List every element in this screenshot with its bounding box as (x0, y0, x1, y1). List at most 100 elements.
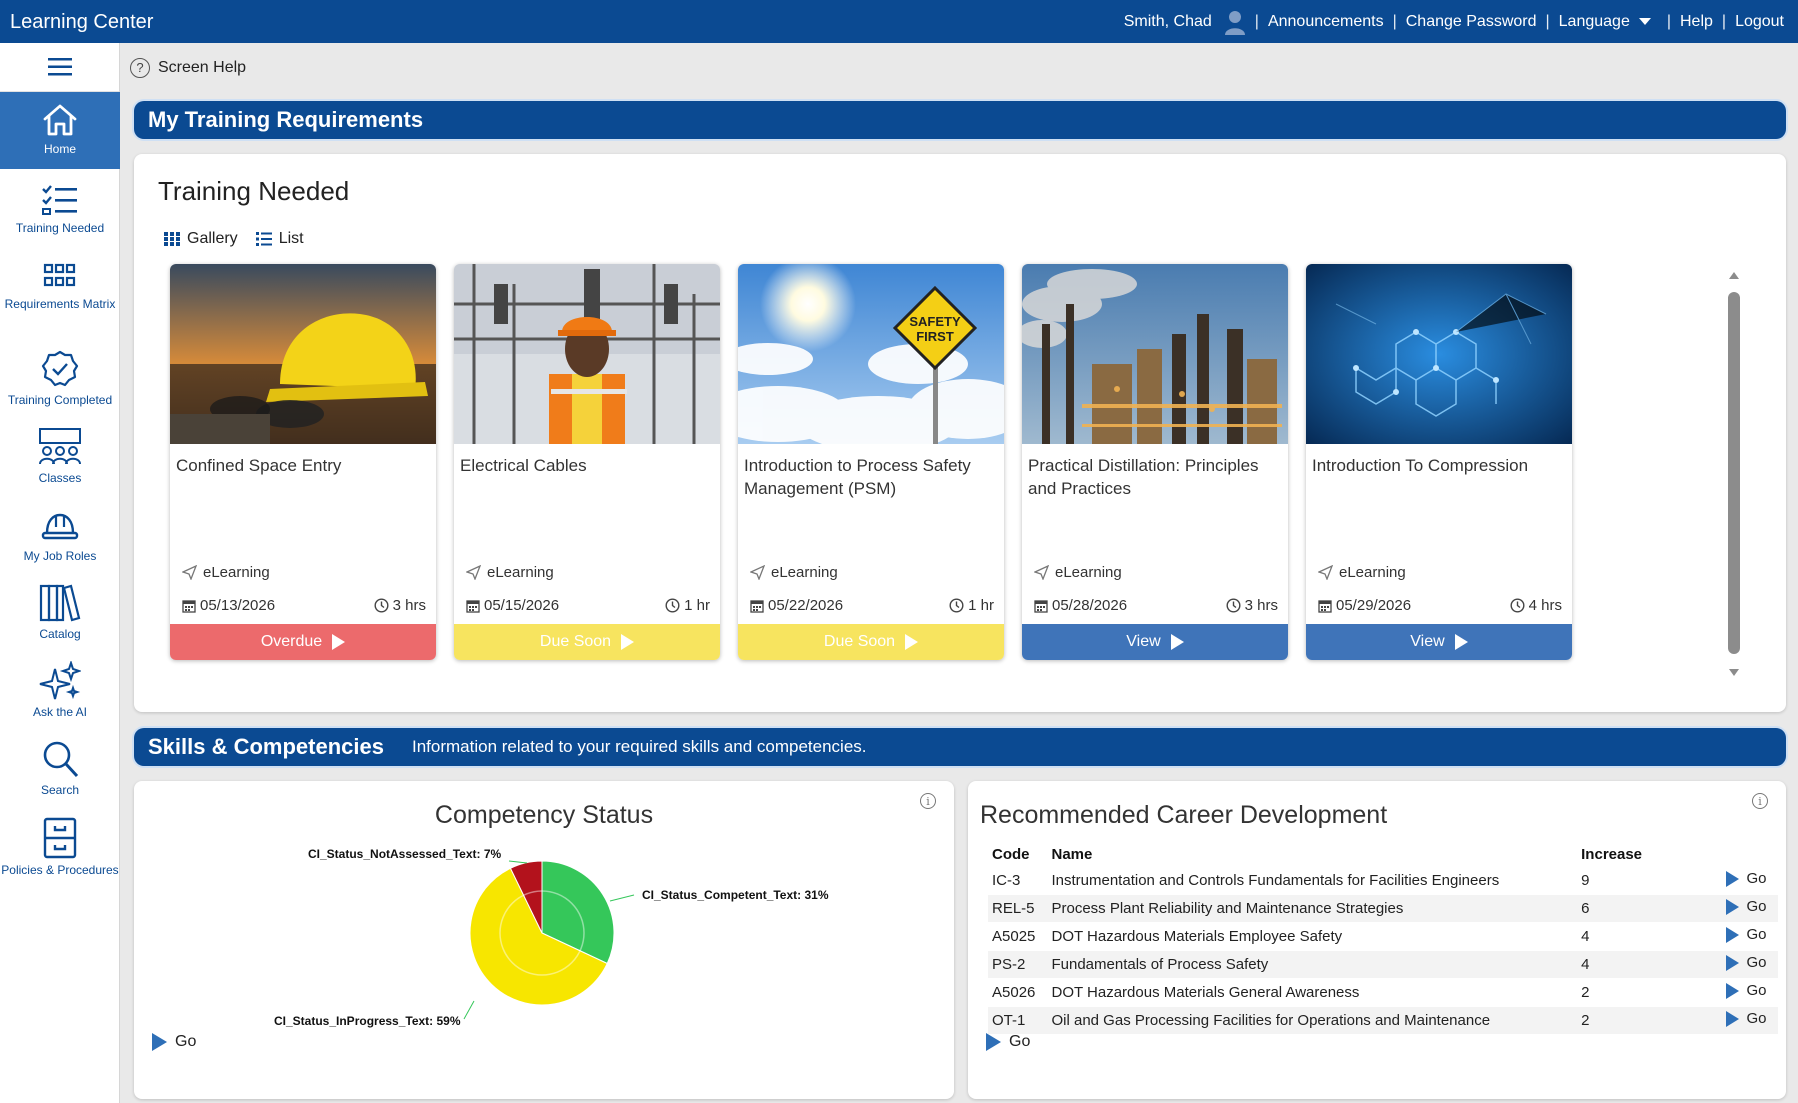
sidebar-item-training-completed[interactable]: Training Completed (0, 345, 120, 421)
scroll-up-arrow-icon[interactable] (1729, 272, 1739, 279)
course-card[interactable]: Electrical Cables eLearning 05/15/2026 1… (454, 264, 720, 660)
row-go-button[interactable]: Go (1688, 1007, 1778, 1035)
card-action-button[interactable]: View (1022, 624, 1288, 660)
top-bar: Learning Center Smith, Chad | Announceme… (0, 0, 1798, 43)
sidebar-item-requirements-matrix[interactable]: Requirements Matrix (0, 255, 120, 331)
announcements-link[interactable]: Announcements (1268, 13, 1384, 31)
row-go-button[interactable]: Go (1688, 867, 1778, 895)
row-increase: 9 (1577, 867, 1689, 895)
scroll-thumb[interactable] (1728, 292, 1740, 654)
row-go-button[interactable]: Go (1688, 979, 1778, 1007)
sidebar-item-ask-the-ai[interactable]: Ask the AI (0, 657, 120, 733)
duration: 1 hr (949, 597, 994, 614)
career-development-panel: Recommended Career Development i Code Na… (968, 781, 1786, 1099)
duration-value: 4 hrs (1528, 597, 1562, 614)
play-icon (1726, 982, 1740, 999)
user-name[interactable]: Smith, Chad (1124, 13, 1212, 31)
table-header-row: Code Name Increase (988, 841, 1778, 867)
sparkle-icon (39, 661, 81, 700)
sidebar-item-label: Requirements Matrix (4, 297, 116, 311)
help-link[interactable]: Help (1680, 13, 1713, 31)
card-action-label: Due Soon (823, 633, 896, 650)
course-title: Confined Space Entry (176, 456, 342, 475)
row-go-button[interactable]: Go (1688, 951, 1778, 979)
row-increase: 2 (1577, 979, 1689, 1007)
go-label: Go (175, 1033, 197, 1050)
card-action-button[interactable]: Overdue (170, 624, 436, 660)
due-date-value: 05/28/2026 (1052, 597, 1128, 614)
card-action-button[interactable]: Due Soon (738, 624, 1004, 660)
sidebar-item-training-needed[interactable]: Training Needed (0, 177, 120, 253)
sidebar-item-label: Home (43, 142, 76, 156)
card-action-button[interactable]: Due Soon (454, 624, 720, 660)
course-card[interactable]: Practical Distillation: Principles and P… (1022, 264, 1288, 660)
info-icon[interactable]: i (1752, 793, 1768, 809)
user-icon[interactable] (1224, 9, 1246, 35)
sidebar-item-search[interactable]: Search (0, 735, 120, 811)
competency-go-link[interactable]: Go (152, 1033, 196, 1051)
due-date: 05/13/2026 (182, 597, 275, 614)
pie-label-in-progress: CI_Status_InProgress_Text: 59% (274, 1014, 461, 1028)
gallery-view-button[interactable]: Gallery (164, 230, 238, 248)
sidebar-item-label: Policies & Procedures (1, 863, 119, 877)
course-card[interactable]: Introduction To Compression eLearning 05… (1306, 264, 1572, 660)
competency-status-panel: Competency Status i CI_Status_NotAssesse… (134, 781, 954, 1099)
course-image: SAFETY FIRST (738, 264, 1004, 444)
sidebar-item-label: Catalog (39, 627, 81, 641)
cards-scrollbar[interactable] (1726, 270, 1742, 678)
home-icon (43, 104, 77, 136)
question-icon[interactable]: ? (130, 57, 150, 78)
sidebar-item-home[interactable]: Home (0, 92, 120, 169)
hamburger-icon (47, 58, 72, 76)
change-password-link[interactable]: Change Password (1406, 13, 1537, 31)
play-icon (1170, 634, 1184, 650)
language-dropdown[interactable]: Language (1559, 13, 1651, 31)
course-type-label: eLearning (203, 564, 270, 581)
card-action-button[interactable]: View (1306, 624, 1572, 660)
row-code: A5025 (988, 923, 1048, 951)
list-view-icon (255, 232, 272, 246)
row-name: DOT Hazardous Materials Employee Safety (1047, 923, 1578, 951)
course-card[interactable]: SAFETY FIRST Introduction to Process Saf… (738, 264, 1004, 660)
duration-value: 3 hrs (1244, 597, 1278, 614)
list-view-button[interactable]: List (255, 230, 304, 248)
card-action-label: View (1126, 633, 1161, 650)
screen-help-link[interactable]: Screen Help (158, 59, 246, 77)
course-card[interactable]: Confined Space Entry eLearning 05/13/202… (170, 264, 436, 660)
hamburger-menu-button[interactable] (0, 43, 119, 92)
due-date-value: 05/13/2026 (200, 597, 276, 614)
cabinet-icon (43, 817, 77, 859)
calendar-icon (466, 599, 480, 613)
calendar-icon (1034, 599, 1048, 613)
sidebar-item-my-job-roles[interactable]: My Job Roles (0, 501, 120, 577)
pie-label-not-assessed: CI_Status_NotAssessed_Text: 7% (308, 847, 502, 861)
grid-icon (43, 263, 76, 287)
course-type-label: eLearning (487, 564, 554, 581)
list-label: List (278, 230, 304, 247)
duration: 1 hr (665, 597, 710, 614)
duration-value: 1 hr (968, 597, 994, 614)
row-name: Oil and Gas Processing Facilities for Op… (1047, 1007, 1578, 1035)
due-date: 05/22/2026 (750, 597, 843, 614)
career-go-link[interactable]: Go (986, 1033, 1030, 1051)
play-icon (1726, 1010, 1740, 1027)
logout-link[interactable]: Logout (1735, 13, 1784, 31)
card-action-label: Due Soon (539, 633, 612, 650)
course-type-label: eLearning (771, 564, 838, 581)
sidebar-item-policies-procedures[interactable]: Policies & Procedures (0, 813, 120, 889)
row-go-button[interactable]: Go (1688, 923, 1778, 951)
panel-title: Recommended Career Development (980, 801, 1388, 829)
svg-text:SAFETY: SAFETY (909, 314, 961, 329)
language-label: Language (1558, 12, 1630, 30)
scroll-down-arrow-icon[interactable] (1729, 669, 1739, 676)
row-go-button[interactable]: Go (1688, 895, 1778, 923)
pie-label-competent: CI_Status_Competent_Text: 31% (642, 888, 829, 902)
sidebar-item-catalog[interactable]: Catalog (0, 579, 120, 655)
due-date-value: 05/22/2026 (768, 597, 844, 614)
course-image (1022, 264, 1288, 444)
training-requirements-header: My Training Requirements (134, 101, 1786, 139)
section-title: Skills & Competencies (148, 734, 384, 759)
course-title: Electrical Cables (460, 456, 587, 475)
sidebar-item-classes[interactable]: Classes (0, 423, 120, 499)
hardhat-icon (41, 513, 79, 540)
